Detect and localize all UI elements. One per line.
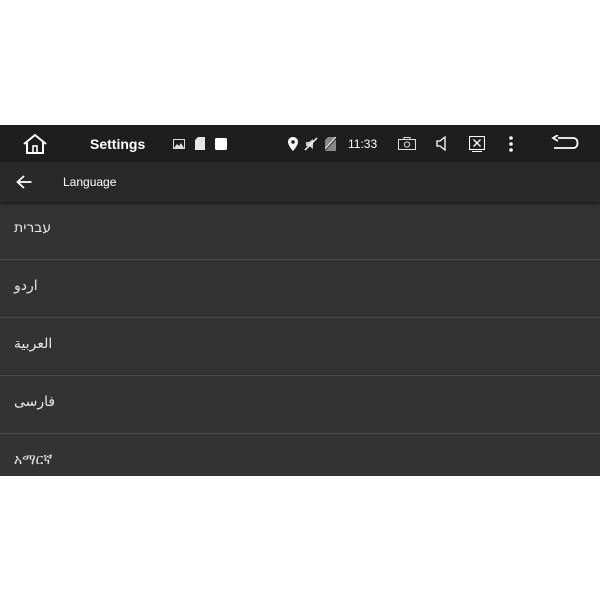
location-icon xyxy=(287,125,299,162)
image-icon xyxy=(172,125,186,162)
camera-icon[interactable] xyxy=(396,125,418,162)
volume-icon[interactable] xyxy=(433,125,451,162)
page-title: Language xyxy=(63,175,117,189)
language-item-urdu[interactable]: اردو xyxy=(0,260,600,318)
no-sim-icon xyxy=(323,125,337,162)
status-bar: Settings 11:33 xyxy=(0,125,600,162)
language-item-hebrew[interactable]: עברית xyxy=(0,202,600,260)
home-icon[interactable] xyxy=(20,125,50,162)
language-item-persian[interactable]: فارسی xyxy=(0,376,600,434)
language-item-amharic[interactable]: አማርኛ xyxy=(0,434,600,476)
back-return-icon[interactable] xyxy=(550,125,580,162)
more-vert-icon[interactable] xyxy=(505,125,517,162)
arrow-left-icon xyxy=(16,175,32,189)
language-label: فارسی xyxy=(14,394,56,410)
language-item-arabic[interactable]: العربية xyxy=(0,318,600,376)
app-bar: Language xyxy=(0,162,600,202)
device-screen: Settings 11:33 Language עברית اردو العرب… xyxy=(0,125,600,476)
language-label: አማርኛ xyxy=(14,452,53,468)
language-label: اردو xyxy=(14,278,38,294)
mute-icon xyxy=(303,125,319,162)
language-label: العربية xyxy=(14,336,53,352)
language-label: עברית xyxy=(14,220,52,236)
square-icon xyxy=(214,125,228,162)
status-title: Settings xyxy=(90,135,146,152)
sd-card-icon xyxy=(194,125,206,162)
language-list: עברית اردو العربية فارسی አማርኛ xyxy=(0,202,600,476)
close-screen-icon[interactable] xyxy=(466,125,488,162)
status-time: 11:33 xyxy=(348,136,378,151)
back-arrow-button[interactable] xyxy=(10,168,38,196)
